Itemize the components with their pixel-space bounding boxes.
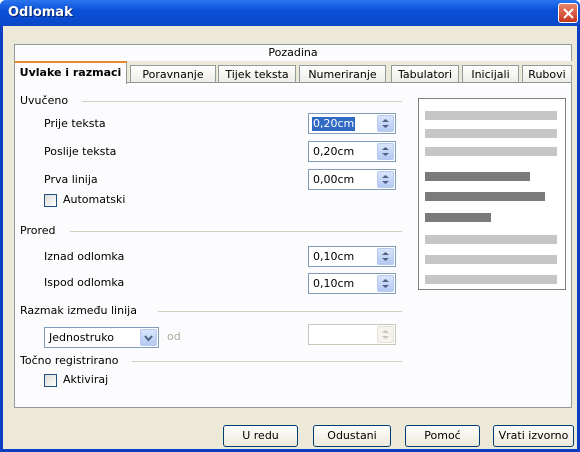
- preview-line: [425, 255, 557, 264]
- window-title: Odlomak: [8, 5, 73, 20]
- tab-pozadina-label: Pozadina: [268, 46, 318, 59]
- tab-rubovi[interactable]: Rubovi: [522, 65, 572, 83]
- after-text-label: Poslije teksta: [44, 145, 117, 158]
- before-text-spinbox[interactable]: 0,20cm: [308, 113, 396, 134]
- paragraph-preview: [418, 98, 566, 290]
- tab-label: Numeriranje: [308, 68, 377, 81]
- line-spacing-value: Jednostruko: [49, 331, 114, 344]
- register-group-header: Točno registrirano: [20, 354, 119, 367]
- preview-line: [425, 275, 557, 284]
- before-text-value: 0,20cm: [312, 117, 356, 131]
- first-line-label: Prva linija: [44, 173, 98, 186]
- of-spinbox[interactable]: [308, 324, 396, 345]
- spin-arrows-icon[interactable]: [377, 115, 394, 132]
- spin-arrows-icon[interactable]: [377, 171, 394, 188]
- automatic-checkbox[interactable]: [44, 194, 57, 207]
- preview-line-current: [425, 192, 545, 201]
- line-spacing-select[interactable]: Jednostruko: [44, 327, 159, 348]
- title-bar[interactable]: Odlomak: [0, 0, 580, 26]
- activate-label: Aktiviraj: [63, 373, 109, 386]
- tab-tabulatori[interactable]: Tabulatori: [391, 65, 459, 83]
- cancel-button[interactable]: Odustani: [313, 425, 391, 447]
- spacing-group-header: Prored: [20, 224, 56, 237]
- group-divider: [82, 101, 402, 102]
- preview-line: [425, 111, 557, 120]
- preview-line: [425, 235, 557, 244]
- first-line-value: 0,00cm: [313, 173, 355, 186]
- group-divider: [132, 361, 402, 362]
- tab-inicijali[interactable]: Inicijali: [462, 65, 519, 83]
- above-paragraph-spinbox[interactable]: 0,10cm: [308, 246, 396, 267]
- ok-button[interactable]: U redu: [223, 425, 298, 447]
- first-line-spinbox[interactable]: 0,00cm: [308, 169, 396, 190]
- spin-arrows-icon: [377, 326, 394, 343]
- indent-group-header: Uvučeno: [20, 94, 69, 107]
- tab-numeriranje[interactable]: Numeriranje: [299, 65, 386, 83]
- reset-button[interactable]: Vrati izvorno: [493, 425, 574, 447]
- preview-line-current: [425, 213, 491, 222]
- spin-arrows-icon[interactable]: [377, 248, 394, 265]
- tab-poravnanje[interactable]: Poravnanje: [130, 65, 216, 83]
- line-spacing-group-header: Razmak između linija: [20, 304, 137, 317]
- below-paragraph-spinbox[interactable]: 0,10cm: [308, 273, 396, 294]
- above-paragraph-value: 0,10cm: [313, 250, 355, 263]
- after-text-value: 0,20cm: [313, 145, 355, 158]
- tab-label: Tabulatori: [397, 68, 452, 81]
- preview-line: [425, 147, 557, 156]
- tab-label: Poravnanje: [142, 68, 204, 81]
- activate-checkbox[interactable]: [44, 374, 57, 387]
- tab-uvlake-i-razmaci[interactable]: Uvlake i razmaci: [14, 61, 127, 84]
- after-text-spinbox[interactable]: 0,20cm: [308, 141, 396, 162]
- spin-arrows-icon[interactable]: [377, 275, 394, 292]
- close-button[interactable]: [558, 3, 578, 23]
- tab-label: Inicijali: [471, 68, 510, 81]
- above-paragraph-label: Iznad odlomka: [44, 250, 125, 263]
- dropdown-arrow-icon[interactable]: [140, 329, 157, 346]
- spin-arrows-icon[interactable]: [377, 143, 394, 160]
- tab-pozadina[interactable]: Pozadina: [14, 44, 572, 61]
- automatic-label: Automatski: [63, 193, 126, 206]
- close-icon: [563, 8, 574, 19]
- of-label: od: [167, 330, 181, 343]
- below-paragraph-value: 0,10cm: [313, 277, 355, 290]
- tab-label: Tijek teksta: [225, 68, 289, 81]
- preview-line: [425, 129, 557, 138]
- below-paragraph-label: Ispod odlomka: [44, 276, 125, 289]
- before-text-label: Prije teksta: [44, 117, 106, 130]
- help-button[interactable]: Pomoć: [405, 425, 480, 447]
- group-divider: [70, 231, 402, 232]
- group-divider: [158, 311, 402, 312]
- tab-label: Uvlake i razmaci: [19, 66, 122, 79]
- tab-label: Rubovi: [528, 68, 566, 81]
- tab-tijek-teksta[interactable]: Tijek teksta: [218, 65, 296, 83]
- preview-line-current: [425, 172, 530, 181]
